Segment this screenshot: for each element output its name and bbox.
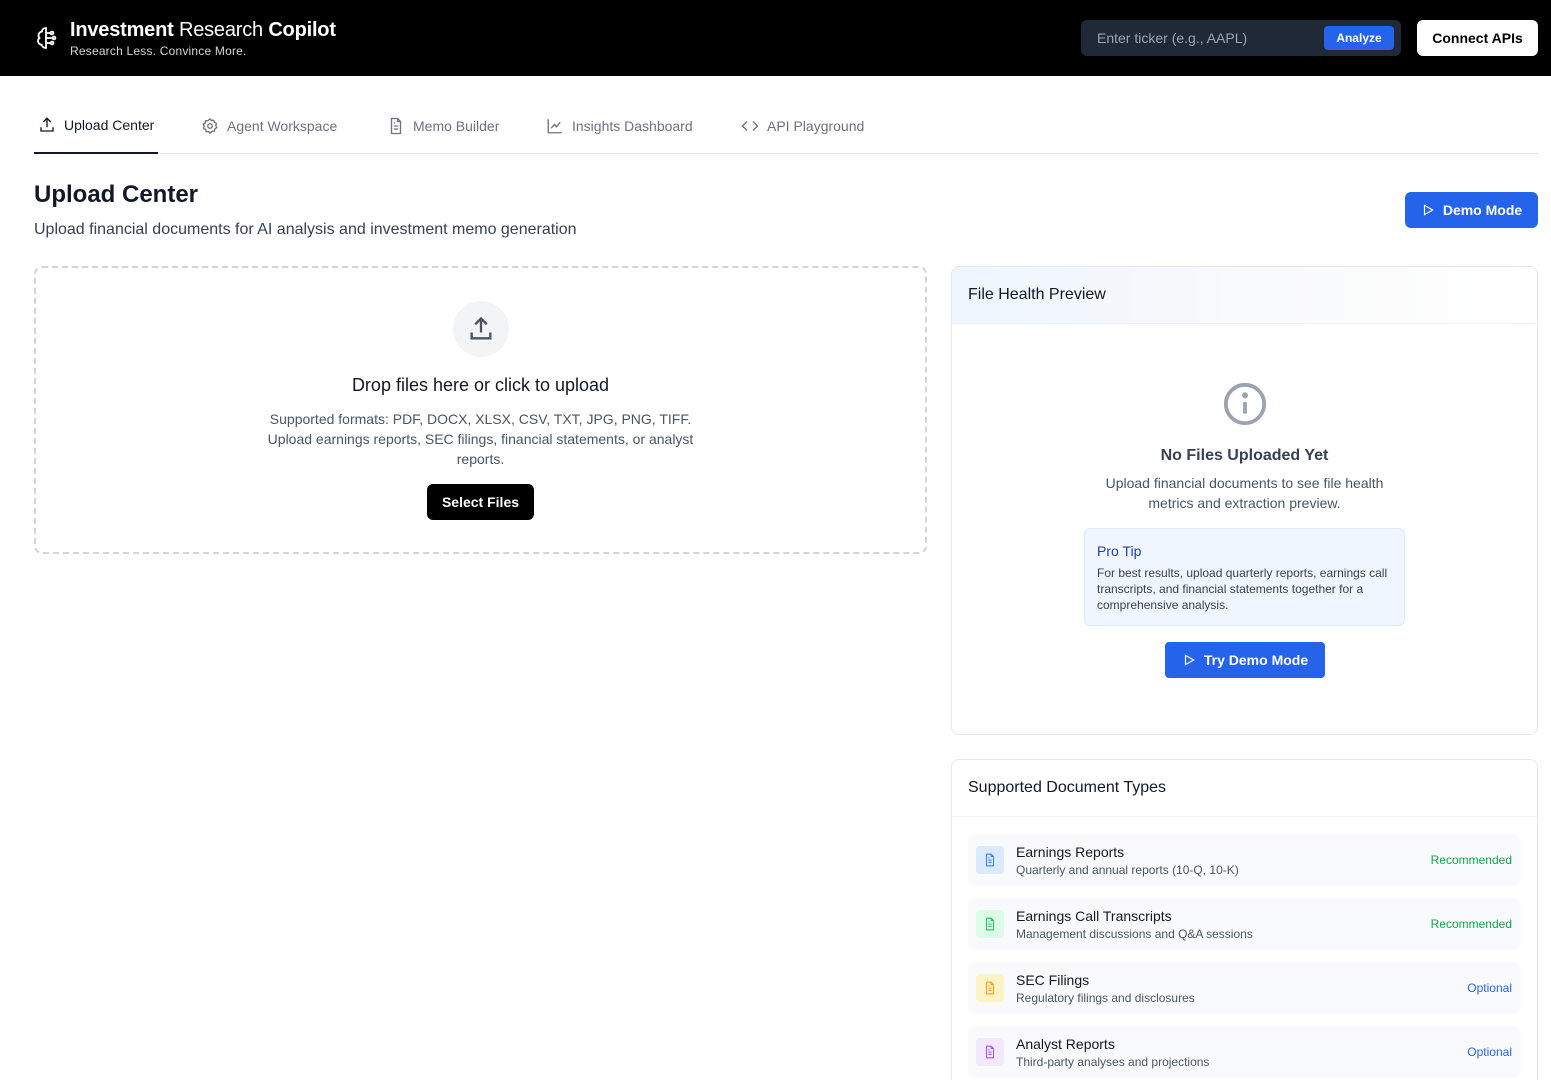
upload-icon — [40, 117, 54, 132]
document-type-badge: Optional — [1467, 1045, 1512, 1059]
document-icon — [976, 974, 1004, 1002]
main-tabs: Upload Center Agent Workspace Memo Build… — [34, 98, 1538, 154]
supported-types-title: Supported Document Types — [952, 760, 1537, 817]
document-type-description: Regulatory filings and disclosures — [1016, 991, 1195, 1005]
document-type-badge: Recommended — [1430, 917, 1512, 931]
empty-state-description: Upload financial documents to see file h… — [1105, 475, 1384, 511]
upload-icon-circle — [453, 301, 509, 357]
upload-icon — [470, 316, 492, 340]
supported-types-card: Supported Document Types Earnings Report… — [951, 759, 1538, 1080]
document-icon — [976, 1038, 1004, 1066]
dropzone-description: Supported formats: PDF, DOCX, XLSX, CSV,… — [267, 411, 694, 467]
dropzone-title: Drop files here or click to upload — [351, 375, 610, 395]
file-health-card: File Health Preview No Files Uploaded Ye… — [951, 266, 1538, 735]
page-title: Upload Center — [34, 181, 199, 208]
info-icon — [1222, 381, 1268, 427]
document-type-description: Third-party analyses and projections — [1016, 1055, 1210, 1069]
brain-logo-icon — [34, 24, 62, 52]
play-icon — [1423, 204, 1434, 216]
app-tagline: Research Less. Convince More. — [70, 44, 247, 58]
tab-memo-builder[interactable]: Memo Builder — [387, 98, 499, 154]
page-subtitle: Upload financial documents for AI analys… — [34, 221, 577, 238]
empty-state-title: No Files Uploaded Yet — [1160, 447, 1329, 464]
document-type-name: SEC Filings — [1016, 972, 1090, 988]
pro-tip-box: Pro Tip For best results, upload quarter… — [1084, 528, 1405, 626]
select-files-button[interactable]: Select Files — [427, 484, 534, 520]
document-type-badge: Optional — [1467, 981, 1512, 995]
document-type-name: Analyst Reports — [1016, 1036, 1115, 1052]
document-icon — [976, 910, 1004, 938]
connect-apis-button[interactable]: Connect APIs — [1417, 20, 1538, 56]
tab-upload-center[interactable]: Upload Center — [34, 98, 159, 154]
tab-insights-dashboard[interactable]: Insights Dashboard — [546, 98, 693, 154]
tab-api-playground[interactable]: API Playground — [741, 98, 864, 154]
demo-mode-button[interactable]: Demo Mode — [1405, 192, 1538, 228]
document-type-item: Earnings Call Transcripts Management disc… — [968, 898, 1521, 950]
tab-agent-workspace[interactable]: Agent Workspace — [201, 98, 337, 154]
document-icon — [976, 846, 1004, 874]
document-type-item: Analyst Reports Third-party analyses and … — [968, 1026, 1521, 1078]
document-type-item: SEC Filings Regulatory filings and disclo… — [968, 962, 1521, 1014]
pro-tip-title: Pro Tip — [1097, 543, 1142, 559]
pro-tip-text: For best results, upload quarterly repor… — [1097, 566, 1388, 612]
document-icon — [390, 117, 402, 135]
document-type-description: Management discussions and Q&A sessions — [1016, 927, 1253, 941]
gear-icon — [202, 117, 218, 135]
file-dropzone[interactable]: Drop files here or click to upload Suppo… — [34, 266, 927, 554]
analyze-button[interactable]: Analyze — [1324, 26, 1394, 50]
document-type-name: Earnings Reports — [1016, 844, 1125, 860]
code-icon — [741, 121, 759, 131]
top-bar: Investment Research Copilot Research Les… — [0, 0, 1551, 76]
line-chart-icon — [547, 119, 562, 134]
play-icon — [1184, 654, 1195, 666]
file-health-title: File Health Preview — [952, 267, 1537, 324]
app-title: Investment Research Copilot — [70, 19, 336, 41]
document-type-badge: Recommended — [1430, 853, 1512, 867]
ticker-search: Analyze — [1081, 20, 1401, 56]
document-type-item: Earnings Reports Quarterly and annual rep… — [968, 834, 1521, 886]
document-type-description: Quarterly and annual reports (10-Q, 10-K… — [1016, 863, 1239, 877]
document-type-name: Earnings Call Transcripts — [1016, 908, 1172, 924]
try-demo-mode-button[interactable]: Try Demo Mode — [1165, 642, 1325, 678]
ticker-input[interactable] — [1081, 20, 1321, 56]
